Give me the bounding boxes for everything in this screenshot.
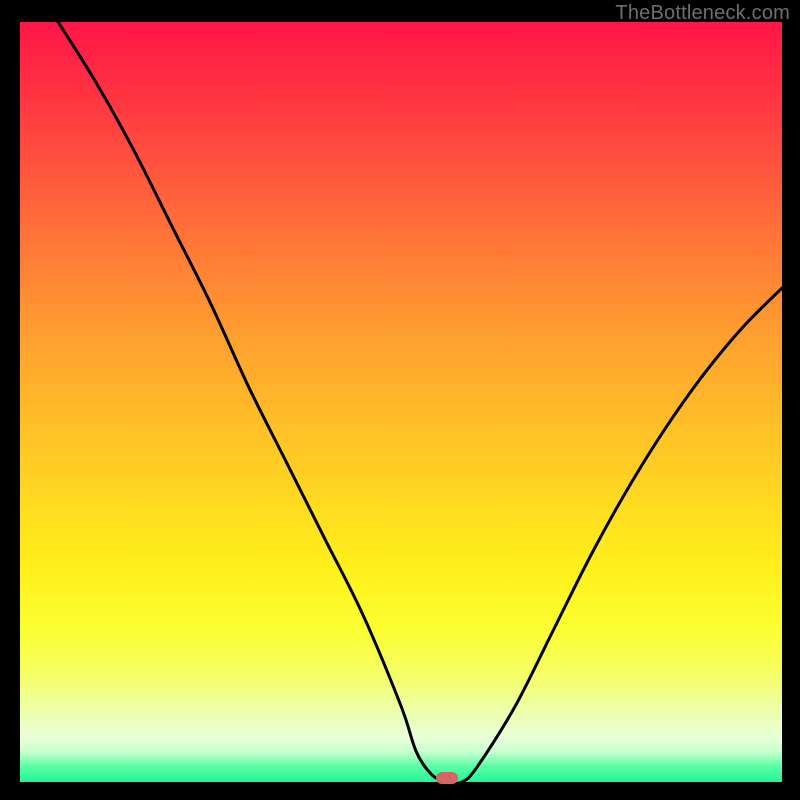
curve-path — [58, 22, 782, 782]
watermark-text: TheBottleneck.com — [615, 2, 790, 25]
optimal-marker — [436, 772, 458, 784]
chart-area — [20, 22, 782, 782]
bottleneck-curve — [20, 22, 782, 782]
